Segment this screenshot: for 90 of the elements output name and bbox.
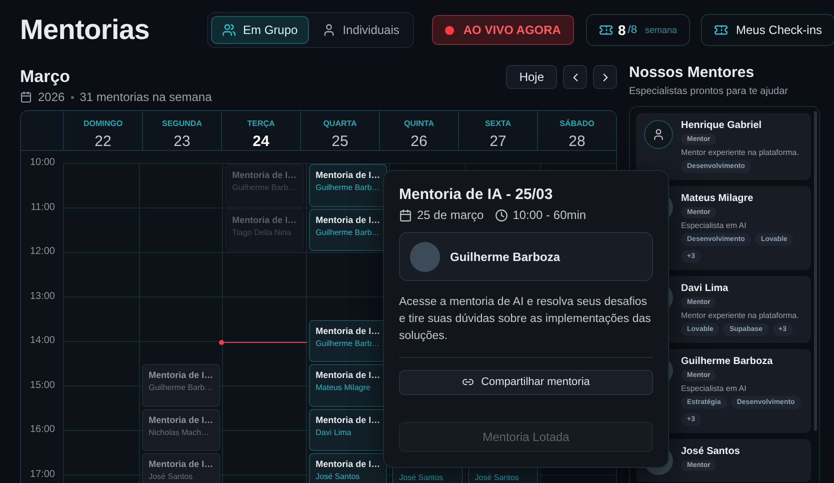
event-mentor: José Santos <box>474 473 520 482</box>
share-button[interactable]: Compartilhar mentoria <box>399 370 653 395</box>
event-title: Mentoria de I… <box>316 214 380 224</box>
day-name: TERÇA <box>247 119 275 128</box>
event-card[interactable]: Mentoria de I… Guilherme Barb… <box>142 364 220 407</box>
event-mentor: Guilherme Barb… <box>316 183 380 192</box>
ticket-icon <box>598 23 613 37</box>
event-mentor: Guilherme Barb… <box>316 338 380 348</box>
event-mentor: Mateus Milagre <box>316 383 372 392</box>
popover-title: Mentoria de IA - 25/03 <box>399 186 554 203</box>
mentor-name: José Santos <box>681 446 740 457</box>
mentors-subtitle: Especialistas prontos para te ajudar <box>629 86 789 97</box>
hour-label: 16:00 <box>28 424 56 437</box>
event-title: Mentoria de I… <box>232 214 297 224</box>
event-title: Mentoria de I… <box>232 170 297 180</box>
hour-label: 13:00 <box>28 290 56 304</box>
calendar-icon <box>20 91 32 103</box>
mentor-name: Davi Lima <box>681 283 730 294</box>
day-number: 24 <box>252 133 270 150</box>
event-time: 10:00 - 60min <box>512 208 586 222</box>
hour-label: 17:00 <box>28 468 56 482</box>
event-card[interactable]: Mentoria de I… Nicholas Mach… <box>142 408 220 452</box>
day-number: 25 <box>332 133 348 150</box>
event-title: Mentoria de I… <box>316 370 380 380</box>
event-mentor: José Santos <box>399 473 444 482</box>
day-name: DOMINGO <box>83 119 123 128</box>
week-summary: 31 mentorias na semana <box>80 90 212 104</box>
event-mentor: José Santos <box>148 472 194 482</box>
hour-label: 15:00 <box>28 380 56 392</box>
checkins-used: 8 <box>618 22 626 38</box>
event-date: 25 de março <box>417 208 484 222</box>
mentor-name: Guilherme Barboza <box>681 356 774 367</box>
event-description: Acesse a mentoria de AI e resolva seus desafios e tire suas dúvidas sobre as implementações das soluções. <box>399 294 653 358</box>
previous-button[interactable] <box>563 65 587 89</box>
checkins-unit: semana <box>644 25 677 35</box>
clock-icon <box>494 208 508 222</box>
live-dot-icon <box>445 26 454 34</box>
event-title: Mentoria de I… <box>148 459 214 470</box>
event-title: Mentoria de I… <box>316 170 380 180</box>
event-title: Mentoria de I… <box>316 414 380 425</box>
event-title: Mentoria de I… <box>316 326 380 336</box>
hour-label: 10:00 <box>28 157 56 170</box>
group-icon <box>222 23 236 37</box>
today-button[interactable]: Hoje <box>506 65 557 89</box>
hour-label: 11:00 <box>30 202 56 214</box>
day-number: 23 <box>174 133 190 150</box>
calendar-icon <box>399 208 412 222</box>
day-number: 28 <box>568 133 586 150</box>
event-card[interactable]: Mentoria de I… José Santos <box>142 453 220 483</box>
checkins-total: /8 <box>628 24 637 36</box>
next-button[interactable] <box>593 65 617 89</box>
day-number: 27 <box>490 133 506 150</box>
day-name: QUINTA <box>404 119 434 128</box>
event-title: Mentoria de I… <box>148 414 214 425</box>
mentor-bio: Especialista em AI <box>681 221 748 230</box>
day-number: 26 <box>410 133 428 150</box>
mentor-name: Mateus Milagre <box>681 193 754 204</box>
event-card[interactable]: Mentoria de I… Guilherme Barb… <box>308 164 388 206</box>
page-title: Mentorias <box>20 14 151 46</box>
mentor-bio: Mentor experiente na plataforma. <box>681 148 799 157</box>
checkins-button[interactable]: Meus Check-ins <box>700 14 834 46</box>
event-mentor: José Santos <box>316 472 361 482</box>
mentors-title: Nossos Mentores <box>629 64 756 81</box>
day-name: SEXTA <box>484 119 512 128</box>
event-mentor: Guilherme Barb… <box>148 383 214 392</box>
month-title: Março <box>20 67 72 87</box>
event-mentor: Guilherme Barb… <box>316 228 380 236</box>
year-label: 2026 <box>38 90 65 104</box>
event-title: Mentoria de I… <box>316 459 380 470</box>
mode-tab[interactable]: Em Grupo <box>211 16 309 44</box>
hour-label: 14:00 <box>28 335 56 348</box>
live-button[interactable]: AO VIVO AGORA <box>432 15 574 45</box>
event-mentor: Davi Lima <box>316 428 352 437</box>
day-name: SÁBADO <box>560 119 594 128</box>
event-title: Mentoria de I… <box>148 370 214 380</box>
event-card[interactable]: Mentoria de I… José Santos <box>308 453 388 483</box>
mentor-name: Henrique Gabriel <box>681 120 763 131</box>
ticket-icon <box>714 23 728 37</box>
mentor-bio: Mentor experiente na plataforma. <box>681 311 799 320</box>
event-mentor: Nicholas Mach… <box>148 428 210 437</box>
separator-dot-icon <box>70 96 74 98</box>
mentor-name: Guilherme Barboza <box>450 250 560 264</box>
day-number: 22 <box>94 133 112 150</box>
person-icon <box>322 23 336 37</box>
day-name: SEGUNDA <box>162 119 202 128</box>
mentor-bio: Especialista em AI <box>681 384 748 393</box>
mode-tab[interactable]: Individuais <box>310 16 410 44</box>
day-name: QUARTA <box>323 119 357 128</box>
hour-label: 12:00 <box>28 246 56 259</box>
photo-placeholder <box>410 242 440 272</box>
